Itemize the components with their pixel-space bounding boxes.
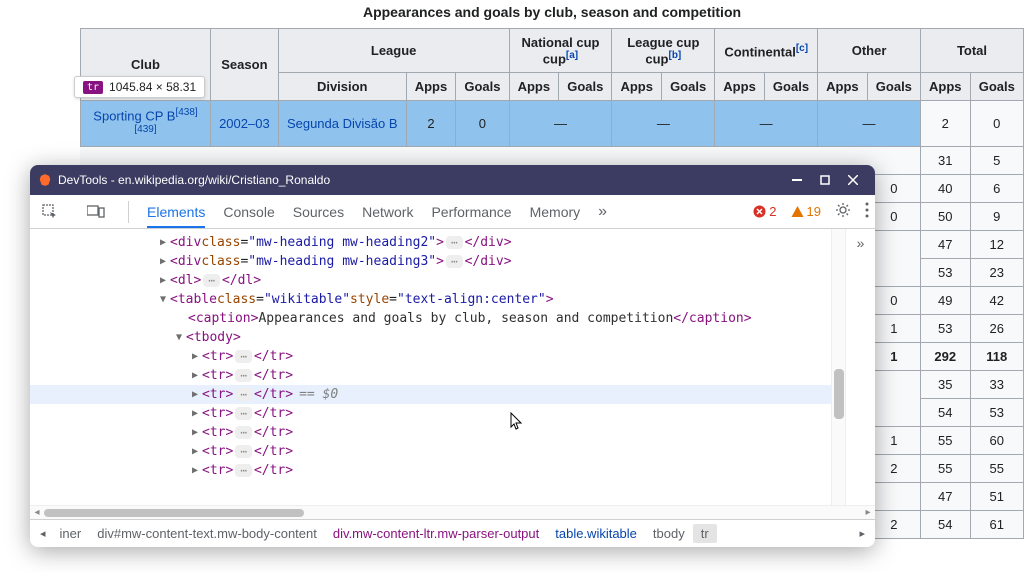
cell-dash: —	[715, 101, 818, 147]
gear-icon[interactable]	[835, 202, 851, 221]
cell-total-apps: 2	[920, 101, 970, 147]
vertical-scrollbar[interactable]	[831, 229, 845, 505]
th-goals: Goals	[559, 73, 612, 101]
header-row-1: Club Season League National cupcup[a] Le…	[81, 29, 1024, 73]
th-goals: Goals	[662, 73, 715, 101]
th-other: Other	[818, 29, 921, 73]
elements-tree[interactable]: ▶<div class="mw-heading mw-heading2">⋯</…	[30, 229, 845, 505]
horizontal-scroll-thumb[interactable]	[44, 509, 304, 517]
cell-division[interactable]: Segunda Divisão B	[278, 101, 406, 147]
device-icon[interactable]	[82, 205, 110, 219]
crumb-selected[interactable]: tr	[693, 524, 717, 543]
cell-league-apps: 2	[406, 101, 456, 147]
warning-badge[interactable]: 19	[791, 204, 821, 219]
th-goals: Goals	[764, 73, 817, 101]
th-season: Season	[211, 29, 279, 101]
maximize-button[interactable]	[811, 170, 839, 190]
th-goals: Goals	[970, 73, 1023, 101]
th-apps: Apps	[406, 73, 456, 101]
table-caption: Appearances and goals by club, season an…	[80, 0, 1024, 28]
inspect-size: 1045.84 × 58.31	[109, 80, 196, 94]
devtools-titlebar[interactable]: DevTools - en.wikipedia.org/wiki/Cristia…	[30, 165, 875, 195]
th-national-cup: National cupcup[a]	[509, 29, 612, 73]
crumb[interactable]: table.wikitable	[547, 524, 645, 543]
devtools-tabbar: Elements Console Sources Network Perform…	[30, 195, 875, 229]
styles-pane-collapsed[interactable]: »	[845, 229, 875, 505]
crumb[interactable]: tbody	[645, 524, 693, 543]
th-goals: Goals	[456, 73, 509, 101]
th-league: League	[278, 29, 509, 73]
th-apps: Apps	[509, 73, 559, 101]
brave-icon	[38, 173, 52, 187]
th-continental: Continental[c]	[715, 29, 818, 73]
th-league-cup: League cupcup[b]	[612, 29, 715, 73]
inspect-tooltip: tr 1045.84 × 58.31	[74, 76, 205, 98]
highlighted-row[interactable]: Sporting CP B[438][439] 2002–03 Segunda …	[81, 101, 1024, 147]
cell-league-goals: 0	[456, 101, 509, 147]
inspect-icon[interactable]	[36, 204, 64, 220]
scroll-left-icon[interactable]: ◂	[30, 507, 44, 518]
tab-console[interactable]: Console	[223, 204, 274, 220]
crumb[interactable]: div#mw-content-text.mw-body-content	[89, 524, 325, 543]
cell-dash: —	[612, 101, 715, 147]
th-apps: Apps	[818, 73, 868, 101]
tab-performance[interactable]: Performance	[431, 204, 511, 220]
th-total: Total	[920, 29, 1023, 73]
vertical-scroll-thumb[interactable]	[834, 369, 844, 419]
th-division: Division	[278, 73, 406, 101]
devtools-title: DevTools - en.wikipedia.org/wiki/Cristia…	[58, 173, 330, 187]
cell-dash: —	[818, 101, 921, 147]
cell-dash: —	[509, 101, 612, 147]
kebab-icon[interactable]	[865, 202, 869, 221]
minimize-button[interactable]	[783, 170, 811, 190]
horizontal-scrollbar[interactable]: ◂ ▸	[30, 505, 875, 519]
th-apps: Apps	[612, 73, 662, 101]
crumb-scroll-left[interactable]: ◂	[34, 527, 52, 540]
tab-sources[interactable]: Sources	[293, 204, 344, 220]
close-button[interactable]	[839, 170, 867, 190]
devtools-body: ▶<div class="mw-heading mw-heading2">⋯</…	[30, 229, 875, 505]
th-goals: Goals	[867, 73, 920, 101]
devtools-window[interactable]: DevTools - en.wikipedia.org/wiki/Cristia…	[30, 165, 875, 547]
tab-more[interactable]: »	[598, 203, 607, 221]
inspect-tag: tr	[83, 81, 103, 94]
scroll-right-icon[interactable]: ▸	[861, 507, 875, 518]
crumb[interactable]: iner	[52, 524, 90, 543]
tab-memory[interactable]: Memory	[530, 204, 581, 220]
chevron-right-icon[interactable]: »	[857, 235, 865, 251]
tab-network[interactable]: Network	[362, 204, 413, 220]
th-apps: Apps	[715, 73, 765, 101]
tab-elements[interactable]: Elements	[147, 204, 205, 220]
crumb[interactable]: div.mw-content-ltr.mw-parser-output	[325, 524, 547, 543]
th-apps: Apps	[920, 73, 970, 101]
cell-club[interactable]: Sporting CP B[438][439]	[81, 101, 211, 147]
cell-total-goals: 0	[970, 101, 1023, 147]
cell-season[interactable]: 2002–03	[211, 101, 279, 147]
error-badge[interactable]: 2	[753, 204, 776, 219]
crumb-scroll-right[interactable]: ▸	[853, 527, 871, 540]
selected-tree-node[interactable]: ▶<tr>⋯</tr>== $0	[30, 385, 845, 404]
breadcrumb[interactable]: ◂ iner div#mw-content-text.mw-body-conte…	[30, 519, 875, 547]
